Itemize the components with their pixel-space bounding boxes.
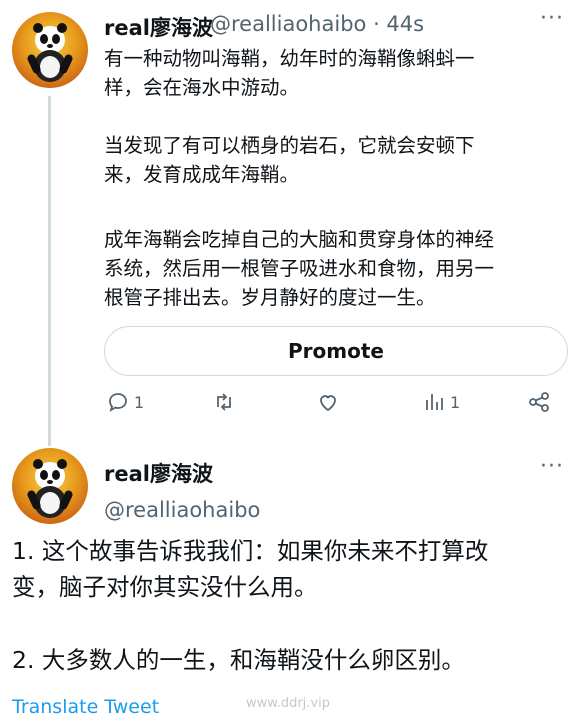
like-icon [320,395,336,412]
watermark: www.ddrj.vip [246,696,330,711]
more-icon[interactable]: ··· [540,454,564,479]
reply-button[interactable]: 1 [106,390,144,414]
retweet-button[interactable] [212,390,236,414]
tweet-paragraph-2: 当发现了有可以栖身的岩石，它就会安顿下 来，发育成成年海鞘。 [104,134,475,186]
retweet-icon [217,393,231,411]
tweet-paragraph-1: 1. 这个故事告诉我我们：如果你未来不打算改 变，脑子对你其实没什么用。 [12,537,489,601]
avatar-panda-icon [27,23,73,82]
views-button[interactable]: 1 [422,390,460,414]
avatar-panda-icon [27,459,73,518]
author-handle-text: @realliaohaibo [210,12,367,36]
thread-connector-line [48,96,51,446]
views-icon [426,394,443,410]
reply-count: 1 [134,392,145,412]
author-handle[interactable]: @realliaohaibo [104,498,260,522]
views-count: 1 [450,392,461,412]
author-name[interactable]: real廖海波 [104,12,213,42]
share-icon [529,392,549,412]
timestamp[interactable]: · 44s [373,12,424,36]
reply-icon [109,393,127,412]
more-icon[interactable]: ··· [540,6,564,31]
tweet-paragraph-2: 2. 大多数人的一生，和海鞘没什么卵区别。 [12,646,465,674]
avatar[interactable] [12,12,88,88]
tweet-paragraph-3: 成年海鞘会吃掉自己的大脑和贯穿身体的神经 系统，然后用一根管子吸进水和食物，用另… [104,228,495,309]
author-name[interactable]: real廖海波 [104,458,213,488]
avatar[interactable] [12,448,88,524]
promote-button[interactable]: Promote [104,326,568,376]
tweet-paragraph-1: 有一种动物叫海鞘，幼年时的海鞘像蝌蚪一 样，会在海水中游动。 [104,47,475,99]
translate-tweet-link[interactable]: Translate Tweet [12,696,159,718]
share-button[interactable] [527,390,551,414]
author-handle[interactable]: @realliaohaibo · 44s [210,12,424,36]
like-button[interactable] [316,390,340,414]
